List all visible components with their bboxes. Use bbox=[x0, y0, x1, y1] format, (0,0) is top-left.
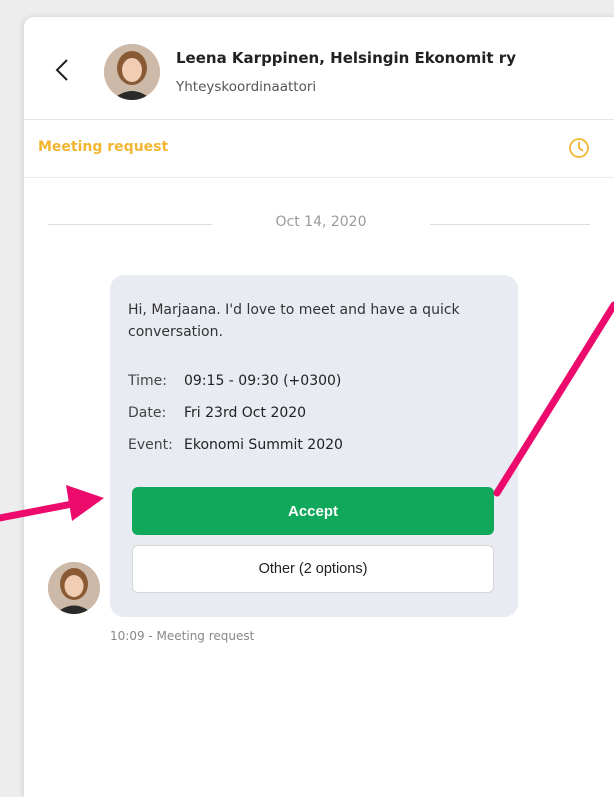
meeting-request-bar: Meeting request bbox=[24, 120, 614, 178]
divider-line bbox=[430, 224, 590, 225]
person-avatar-icon bbox=[104, 44, 160, 100]
chevron-left-icon bbox=[55, 59, 68, 81]
date-label: Oct 14, 2020 bbox=[275, 214, 367, 230]
detail-time: Time: 09:15 - 09:30 (+0300) bbox=[128, 373, 341, 389]
contact-role: Yhteyskoordinaattori bbox=[176, 79, 317, 95]
detail-date: Date: Fri 23rd Oct 2020 bbox=[128, 405, 306, 421]
detail-value: 09:15 - 09:30 (+0300) bbox=[184, 373, 342, 389]
chat-header: Leena Karppinen, Helsingin Ekonomit ry Y… bbox=[24, 17, 614, 120]
date-divider: Oct 14, 2020 bbox=[24, 212, 614, 236]
other-options-button[interactable]: Other (2 options) bbox=[132, 545, 494, 593]
clock-icon[interactable] bbox=[568, 137, 590, 159]
message-text: Hi, Marjaana. I'd love to meet and have … bbox=[128, 302, 460, 340]
detail-label: Time: bbox=[128, 373, 167, 389]
chat-window: Leena Karppinen, Helsingin Ekonomit ry Y… bbox=[24, 17, 614, 797]
message-meta: 10:09 - Meeting request bbox=[110, 629, 255, 643]
detail-label: Date: bbox=[128, 405, 167, 421]
avatar[interactable] bbox=[104, 44, 160, 100]
divider-line bbox=[48, 224, 212, 225]
detail-label: Event: bbox=[128, 437, 173, 453]
detail-value: Fri 23rd Oct 2020 bbox=[184, 405, 307, 421]
contact-name: Leena Karppinen, Helsingin Ekonomit ry bbox=[176, 49, 516, 67]
accept-button[interactable]: Accept bbox=[132, 487, 494, 535]
back-button[interactable] bbox=[50, 55, 74, 85]
person-avatar-icon bbox=[48, 562, 100, 614]
sender-avatar[interactable] bbox=[48, 562, 100, 614]
meeting-request-label: Meeting request bbox=[38, 139, 169, 155]
detail-value: Ekonomi Summit 2020 bbox=[184, 437, 343, 453]
detail-event: Event: Ekonomi Summit 2020 bbox=[128, 437, 343, 453]
message-bubble: Hi, Marjaana. I'd love to meet and have … bbox=[110, 275, 518, 617]
